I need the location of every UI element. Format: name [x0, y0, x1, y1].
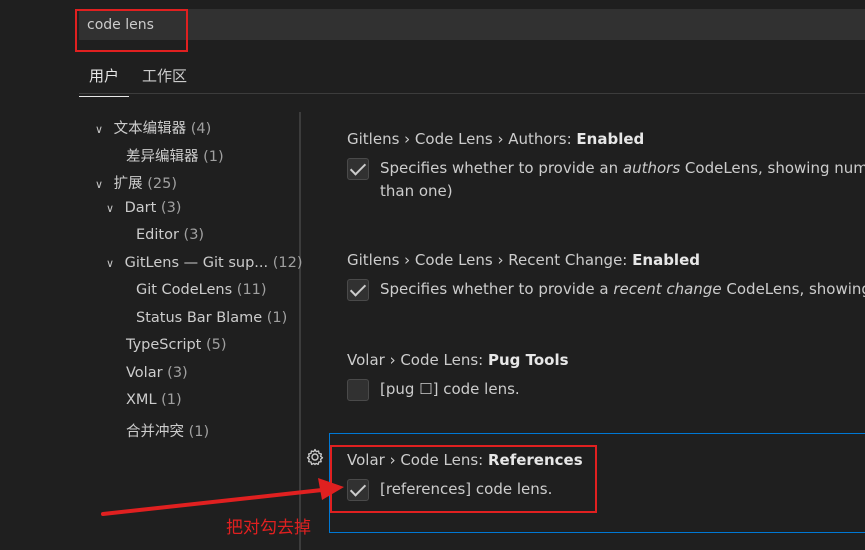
toc-item-diff-editor[interactable]: 差异编辑器 (1) [126, 145, 224, 169]
setting-prefix: Gitlens › Code Lens › Recent Change: [347, 251, 633, 269]
toc-count: (3) [167, 365, 188, 381]
toc-label: 合并冲突 [126, 424, 184, 440]
toc-item-dart-editor[interactable]: Editor (3) [136, 227, 204, 251]
toc-item-gitlens[interactable]: ∨ GitLens — Git sup... (12) [106, 255, 302, 279]
toc-count: (12) [272, 255, 303, 271]
desc-emphasis: recent change [613, 280, 722, 298]
tab-workspace[interactable]: 工作区 [142, 65, 187, 86]
toc-item-typescript[interactable]: TypeScript (5) [126, 337, 227, 361]
toc-label: GitLens — Git sup... [124, 255, 269, 271]
gear-icon-svg [306, 448, 324, 466]
setting-checkbox[interactable] [347, 379, 369, 401]
toc-count: (25) [147, 176, 177, 192]
chevron-down-icon: ∨ [106, 257, 115, 270]
desc-emphasis: authors [622, 159, 681, 177]
toc-label: Volar [126, 365, 163, 381]
toc-divider [299, 112, 301, 550]
setting-title: Gitlens › Code Lens › Authors: Enabled [347, 130, 644, 148]
toc-count: (1) [266, 310, 288, 326]
setting-gitlens-authors: Gitlens › Code Lens › Authors: Enabled S… [330, 130, 865, 200]
desc-text: than one) [380, 182, 453, 200]
setting-gitlens-recent-change: Gitlens › Code Lens › Recent Change: Ena… [330, 251, 865, 311]
desc-text: Specifies whether to provide an [380, 159, 623, 177]
toc-item-text-editor[interactable]: ∨ 文本编辑器 (4) [95, 117, 211, 141]
setting-description: [references] code lens. [380, 480, 553, 498]
toc-count: (11) [236, 282, 267, 298]
settings-search-box[interactable] [79, 9, 865, 40]
toc-count: (3) [160, 200, 182, 216]
toc-item-merge-conflict[interactable]: 合并冲突 (1) [126, 420, 209, 444]
setting-description: Specifies whether to provide a recent ch… [380, 278, 865, 301]
toc-label: Dart [124, 200, 157, 216]
desc-text: CodeLens, showing number [684, 159, 865, 177]
setting-title: Volar › Code Lens: Pug Tools [347, 351, 569, 369]
toc-label: Editor [136, 227, 179, 243]
setting-prefix: Volar › Code Lens: [347, 351, 488, 369]
toc-label: 文本编辑器 [113, 121, 187, 137]
setting-description: [pug ☐] code lens. [380, 380, 520, 398]
annotation-text: 把对勾去掉 [226, 518, 311, 538]
toc-item-git-codelens[interactable]: Git CodeLens (11) [136, 282, 267, 306]
desc-text: CodeLens, showing the [726, 280, 865, 298]
scope-tabs: 用户 工作区 [78, 60, 865, 97]
toc-count: (1) [188, 424, 210, 440]
tab-user[interactable]: 用户 [78, 65, 130, 97]
setting-checkbox[interactable] [347, 279, 369, 301]
toc-label: Status Bar Blame [136, 310, 263, 326]
search-input[interactable] [87, 15, 787, 35]
toc-label: 差异编辑器 [126, 149, 199, 165]
setting-volar-references: Volar › Code Lens: References [reference… [330, 451, 865, 511]
toc-item-dart[interactable]: ∨ Dart (3) [106, 200, 181, 224]
setting-title: Volar › Code Lens: References [347, 451, 583, 469]
chevron-down-icon: ∨ [106, 202, 115, 215]
toc-label: Git CodeLens [136, 282, 233, 298]
setting-name: References [487, 451, 583, 469]
toc-count: (4) [190, 121, 212, 137]
setting-description: Specifies whether to provide an authors … [380, 157, 865, 203]
toc-label: XML [126, 392, 157, 408]
chevron-down-icon: ∨ [95, 178, 104, 191]
setting-prefix: Gitlens › Code Lens › Authors: [347, 130, 577, 148]
toc-count: (5) [205, 337, 227, 353]
toc-item-status-bar-blame[interactable]: Status Bar Blame (1) [136, 310, 287, 334]
setting-title: Gitlens › Code Lens › Recent Change: Ena… [347, 251, 700, 269]
toc-count: (1) [203, 149, 224, 165]
setting-checkbox[interactable] [347, 158, 369, 180]
desc-text: Specifies whether to provide a [380, 280, 614, 298]
setting-prefix: Volar › Code Lens: [347, 451, 488, 469]
setting-name: Pug Tools [487, 351, 569, 369]
toc-item-xml[interactable]: XML (1) [126, 392, 182, 416]
toc-count: (3) [183, 227, 205, 243]
toc-item-extensions[interactable]: ∨ 扩展 (25) [95, 172, 177, 196]
setting-volar-pug-tools: Volar › Code Lens: Pug Tools [pug ☐] cod… [330, 351, 865, 411]
setting-name: Enabled [576, 130, 645, 148]
setting-name: Enabled [632, 251, 700, 269]
toc-count: (1) [161, 392, 182, 408]
toc-label: 扩展 [113, 176, 143, 192]
gear-icon[interactable] [305, 447, 325, 467]
chevron-down-icon: ∨ [95, 123, 104, 136]
toc-label: TypeScript [126, 337, 202, 353]
toc-item-volar[interactable]: Volar (3) [126, 365, 188, 389]
setting-checkbox[interactable] [347, 479, 369, 501]
